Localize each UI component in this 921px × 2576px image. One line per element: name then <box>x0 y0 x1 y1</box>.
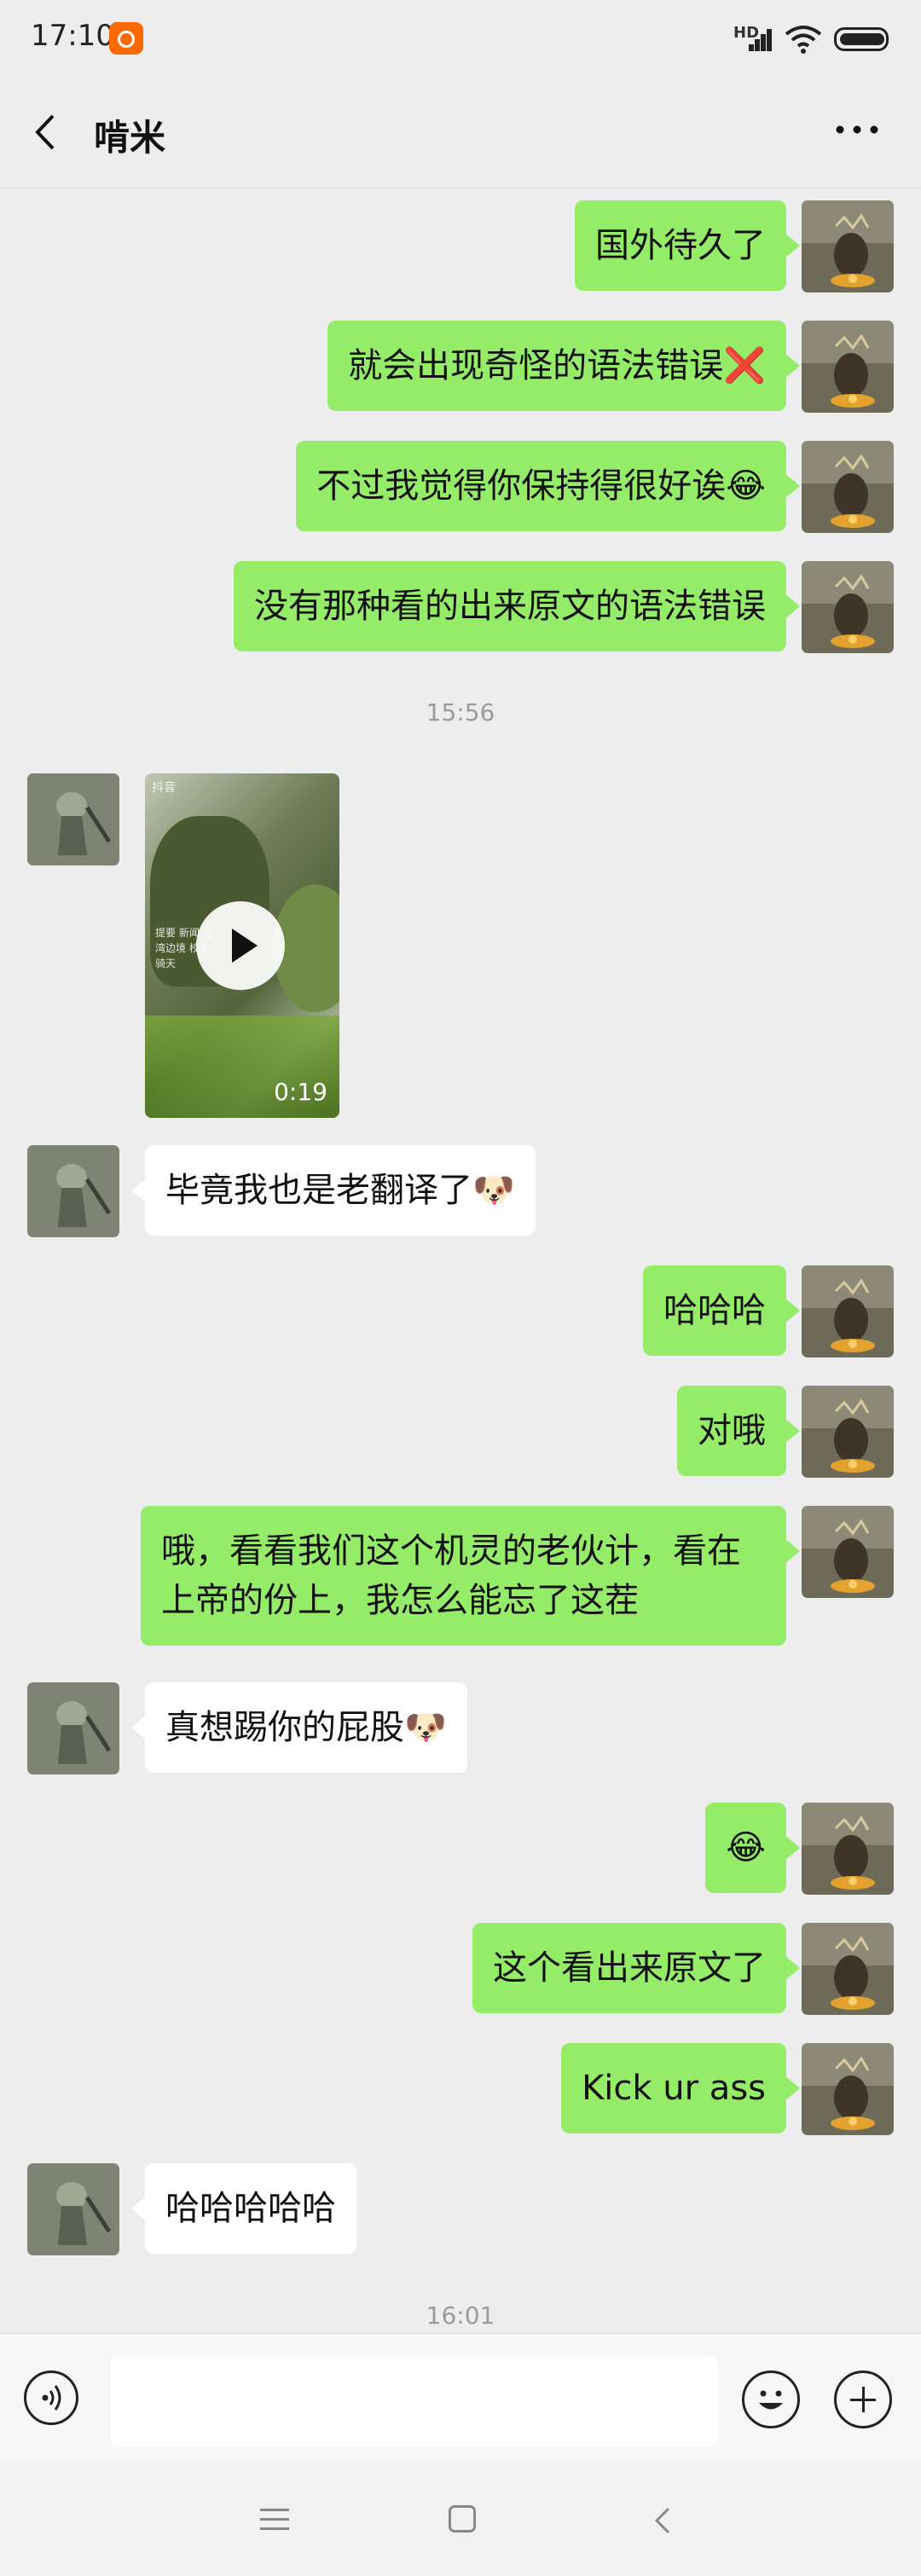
avatar-me-image <box>802 321 894 413</box>
sent-message-bubble[interactable]: 对哦 <box>677 1386 800 1476</box>
avatar-me[interactable] <box>802 2043 894 2135</box>
wifi-icon <box>785 26 822 54</box>
tears-of-joy-emoji: 😂 <box>726 466 766 506</box>
menu-icon[interactable] <box>260 2509 289 2531</box>
status-bar: 17:10 HD <box>0 0 921 77</box>
timestamp: 16:01 <box>426 2301 495 2330</box>
sent-message-bubble[interactable]: 😂 <box>705 1803 800 1893</box>
avatar-me-image <box>802 1803 894 1895</box>
message-text: 不过我觉得你保持得很好诶 <box>316 466 727 506</box>
home-icon[interactable] <box>449 2505 476 2533</box>
avatar-me[interactable] <box>802 1803 894 1895</box>
sent-message-bubble[interactable]: 不过我觉得你保持得很好诶😂 <box>296 441 800 531</box>
status-time: 17:10 <box>31 19 114 53</box>
sent-message-bubble[interactable]: 没有那种看的出来原文的语法错误 <box>234 561 800 651</box>
plus-icon[interactable] <box>834 2370 892 2428</box>
message-text: 这个看出来原文了 <box>493 1948 766 1988</box>
avatar-contact-image <box>27 773 119 865</box>
avatar-me-image <box>802 1265 894 1357</box>
chevron-left-icon[interactable] <box>26 111 68 153</box>
avatar-me[interactable] <box>802 1265 894 1357</box>
avatar-me-image <box>802 200 894 292</box>
avatar-me[interactable] <box>802 200 894 292</box>
avatar-contact[interactable] <box>27 1682 119 1774</box>
message-input[interactable] <box>111 2356 718 2446</box>
message-input-bar <box>0 2333 921 2462</box>
avatar-me-image <box>802 2043 894 2135</box>
avatar-me[interactable] <box>802 1386 894 1478</box>
doge-emoji: 🐶 <box>472 1171 515 1210</box>
chat-title: 啃米 <box>94 117 166 159</box>
avatar-contact-image <box>27 1682 119 1774</box>
video-message[interactable]: 抖音 提要 新闻 北湾边境 校生骑天 0:19 <box>145 773 339 1118</box>
avatar-me[interactable] <box>802 1923 894 2015</box>
avatar-me-image <box>802 1506 894 1598</box>
avatar-me[interactable] <box>802 321 894 413</box>
message-text: 毕竟我也是老翻译了 <box>165 1171 472 1210</box>
avatar-me[interactable] <box>802 1506 894 1598</box>
sent-message-bubble[interactable]: Kick ur ass <box>561 2043 800 2133</box>
smile-icon[interactable] <box>742 2370 800 2428</box>
avatar-me[interactable] <box>802 441 894 533</box>
sent-message-bubble[interactable]: 就会出现奇怪的语法错误❌ <box>327 321 800 411</box>
avatar-contact[interactable] <box>27 1145 119 1237</box>
received-message-bubble[interactable]: 真想踢你的屁股🐶 <box>131 1682 467 1773</box>
message-text: 就会出现奇怪的语法错误 <box>348 346 724 385</box>
message-text: Kick ur ass <box>582 2069 766 2108</box>
message-text: 真想踢你的屁股 <box>165 1708 404 1747</box>
sent-message-bubble[interactable]: 哈哈哈 <box>643 1265 800 1356</box>
avatar-contact[interactable] <box>27 773 119 865</box>
tears-of-joy-emoji: 😂 <box>726 1828 766 1867</box>
chat-header: 啃米 <box>0 77 921 188</box>
avatar-contact-image <box>27 2163 119 2255</box>
video-watermark: 抖音 <box>152 781 176 795</box>
doge-emoji: 🐶 <box>404 1708 447 1747</box>
sent-message-bubble[interactable]: 这个看出来原文了 <box>472 1923 800 2013</box>
message-text: 对哦 <box>698 1411 766 1450</box>
avatar-contact[interactable] <box>27 2163 119 2255</box>
message-text: 哈哈哈 <box>663 1291 766 1330</box>
smile-face <box>759 2390 783 2410</box>
voice-icon[interactable] <box>24 2370 78 2425</box>
received-message-bubble[interactable]: 哈哈哈哈哈 <box>131 2163 356 2254</box>
back-icon[interactable] <box>646 2504 681 2538</box>
voice-waves <box>42 2385 61 2411</box>
message-list[interactable]: 国外待久了 就会出现奇怪的语法错误❌ 不过我觉得你保持得很好诶😂 没有那种看的出… <box>0 188 921 2333</box>
play-icon[interactable] <box>196 901 285 990</box>
signal-icon <box>740 26 772 51</box>
avatar-me-image <box>802 1386 894 1478</box>
message-text: 没有那种看的出来原文的语法错误 <box>254 587 766 626</box>
avatar-me-image <box>802 441 894 533</box>
message-text: 哈哈哈哈哈 <box>165 2189 336 2228</box>
system-navigation-bar <box>0 2461 921 2576</box>
sent-message-bubble[interactable]: 国外待久了 <box>575 200 800 291</box>
avatar-me-image <box>802 1923 894 2015</box>
received-message-bubble[interactable]: 毕竟我也是老翻译了🐶 <box>131 1145 536 1236</box>
notification-app-icon <box>109 22 143 55</box>
video-duration: 0:19 <box>274 1078 327 1106</box>
message-text: 哦，看看我们这个机灵的老伙计，看在上帝的份上，我怎么能忘了这茬 <box>161 1531 741 1620</box>
avatar-contact-image <box>27 1145 119 1237</box>
message-text: 国外待久了 <box>595 226 766 265</box>
sent-message-bubble[interactable]: 哦，看看我们这个机灵的老伙计，看在上帝的份上，我怎么能忘了这茬 <box>141 1506 800 1646</box>
avatar-me-image <box>802 561 894 653</box>
cross-mark-emoji: ❌ <box>723 346 766 385</box>
avatar-me[interactable] <box>802 561 894 653</box>
more-dots-icon[interactable] <box>831 113 883 147</box>
battery-icon <box>834 27 889 51</box>
timestamp: 15:56 <box>426 698 495 726</box>
